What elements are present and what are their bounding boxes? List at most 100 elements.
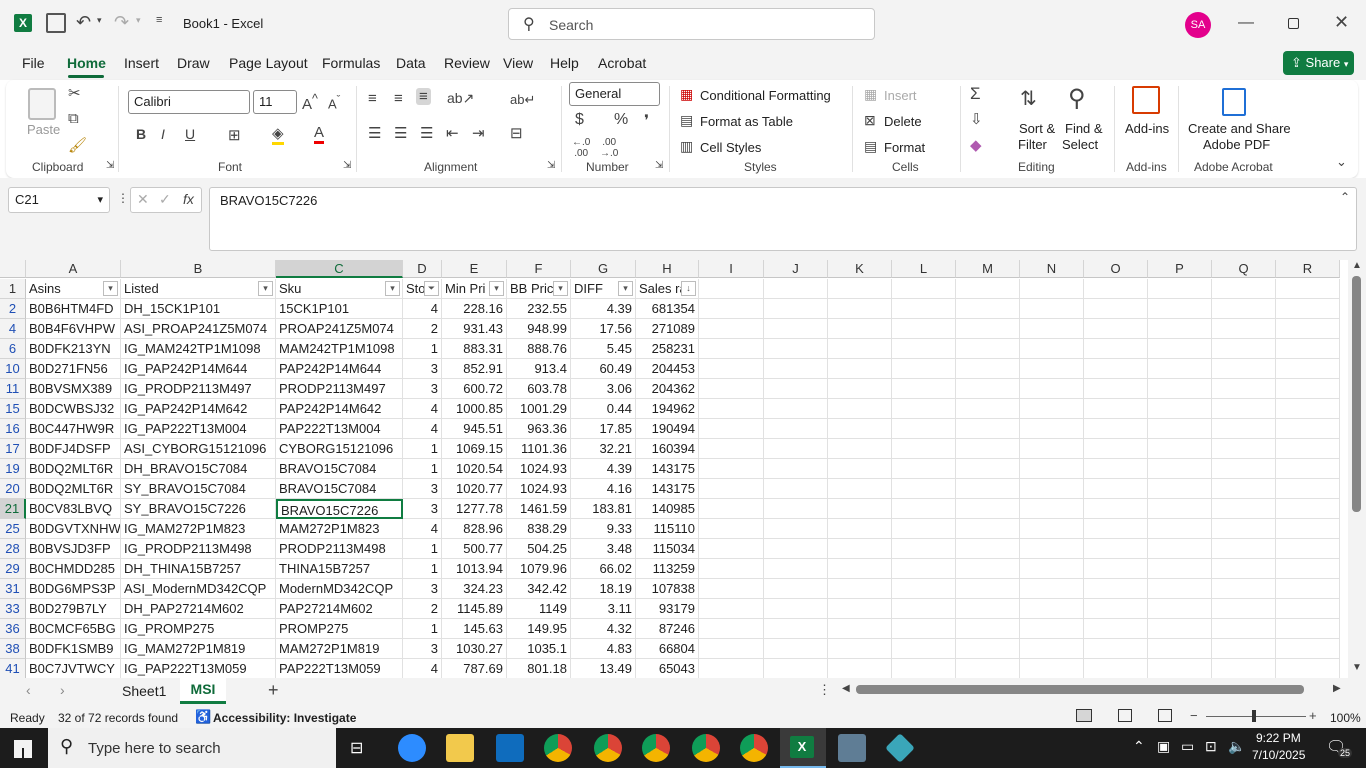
empty-cell[interactable] <box>1084 419 1148 439</box>
empty-cell[interactable] <box>892 519 956 539</box>
empty-cell[interactable] <box>1084 279 1148 299</box>
table-cell[interactable]: 1024.93 <box>507 479 571 499</box>
table-cell[interactable]: 115034 <box>636 539 699 559</box>
empty-cell[interactable] <box>828 519 892 539</box>
search-box[interactable]: ⚲ Search <box>508 8 875 40</box>
zoom-slider-thumb[interactable] <box>1252 710 1256 722</box>
empty-cell[interactable] <box>764 339 828 359</box>
empty-cell[interactable] <box>1020 399 1084 419</box>
table-cell[interactable]: 3 <box>403 359 442 379</box>
format-cells-button[interactable]: Format <box>884 140 925 155</box>
empty-cell[interactable] <box>764 619 828 639</box>
empty-cell[interactable] <box>1212 499 1276 519</box>
empty-cell[interactable] <box>1084 559 1148 579</box>
windows-start-icon[interactable] <box>14 740 32 758</box>
empty-cell[interactable] <box>956 519 1020 539</box>
table-cell[interactable]: 1069.15 <box>442 439 507 459</box>
table-cell[interactable]: ASI_PROAP241Z5M074 <box>121 319 276 339</box>
table-cell[interactable]: 183.81 <box>571 499 636 519</box>
save-icon[interactable] <box>46 13 66 33</box>
table-cell[interactable]: 4.32 <box>571 619 636 639</box>
empty-cell[interactable] <box>1020 279 1084 299</box>
empty-cell[interactable] <box>828 419 892 439</box>
filter-dropdown-icon[interactable]: ▾ <box>258 281 273 296</box>
empty-cell[interactable] <box>1020 619 1084 639</box>
currency-icon[interactable]: $ <box>575 111 584 129</box>
empty-cell[interactable] <box>892 419 956 439</box>
empty-cell[interactable] <box>764 659 828 679</box>
empty-cell[interactable] <box>699 599 764 619</box>
empty-cell[interactable] <box>1276 379 1340 399</box>
chrome-icon[interactable] <box>594 734 622 762</box>
borders-icon[interactable]: ⊞ <box>228 126 241 144</box>
empty-cell[interactable] <box>1148 659 1212 679</box>
table-cell[interactable]: PROAP241Z5M074 <box>276 319 403 339</box>
table-cell[interactable]: 1 <box>403 339 442 359</box>
select-all-corner[interactable] <box>0 260 26 278</box>
column-header-k[interactable]: K <box>828 260 892 278</box>
empty-cell[interactable] <box>828 499 892 519</box>
empty-cell[interactable] <box>956 299 1020 319</box>
empty-cell[interactable] <box>1212 479 1276 499</box>
empty-cell[interactable] <box>764 459 828 479</box>
table-cell[interactable]: 190494 <box>636 419 699 439</box>
empty-cell[interactable] <box>956 399 1020 419</box>
excel-taskbar-active[interactable]: X <box>780 728 826 768</box>
table-cell[interactable]: 1145.89 <box>442 599 507 619</box>
table-cell[interactable]: 600.72 <box>442 379 507 399</box>
table-cell[interactable]: 1 <box>403 439 442 459</box>
share-button[interactable]: ⇪ Share ▾ <box>1283 51 1354 75</box>
empty-cell[interactable] <box>1276 599 1340 619</box>
table-cell[interactable]: ModernMD342CQP <box>276 579 403 599</box>
empty-cell[interactable] <box>1276 659 1340 679</box>
table-cell[interactable]: 15CK1P101 <box>276 299 403 319</box>
empty-cell[interactable] <box>892 619 956 639</box>
empty-cell[interactable] <box>699 419 764 439</box>
empty-cell[interactable] <box>1148 619 1212 639</box>
table-cell[interactable]: 3 <box>403 379 442 399</box>
tab-home[interactable]: Home <box>67 55 106 71</box>
column-header-b[interactable]: B <box>121 260 276 278</box>
table-cell[interactable]: B0D271FN56 <box>26 359 121 379</box>
table-cell[interactable]: 4 <box>403 419 442 439</box>
table-cell[interactable]: 504.25 <box>507 539 571 559</box>
table-cell[interactable]: IG_PROMP275 <box>121 619 276 639</box>
add-sheet-icon[interactable]: + <box>268 680 279 701</box>
empty-cell[interactable] <box>956 379 1020 399</box>
empty-cell[interactable] <box>1276 459 1340 479</box>
empty-cell[interactable] <box>1276 559 1340 579</box>
empty-cell[interactable] <box>699 439 764 459</box>
empty-cell[interactable] <box>892 379 956 399</box>
empty-cell[interactable] <box>699 359 764 379</box>
empty-cell[interactable] <box>1212 379 1276 399</box>
table-cell[interactable]: 3 <box>403 479 442 499</box>
row-header[interactable]: 15 <box>0 399 26 419</box>
empty-cell[interactable] <box>1020 459 1084 479</box>
empty-cell[interactable] <box>1212 519 1276 539</box>
empty-cell[interactable] <box>892 339 956 359</box>
empty-cell[interactable] <box>764 599 828 619</box>
comma-style-icon[interactable]: ❜ <box>644 111 649 131</box>
table-cell[interactable]: 3.48 <box>571 539 636 559</box>
table-cell[interactable]: DH_BRAVO15C7084 <box>121 459 276 479</box>
empty-cell[interactable] <box>699 559 764 579</box>
outlook-icon[interactable] <box>496 734 524 762</box>
fill-icon[interactable]: ⇩ <box>970 110 983 128</box>
empty-cell[interactable] <box>1148 339 1212 359</box>
table-cell[interactable]: PAP242P14M642 <box>276 399 403 419</box>
table-cell[interactable]: 1024.93 <box>507 459 571 479</box>
empty-cell[interactable] <box>1020 659 1084 679</box>
table-cell[interactable]: PROMP275 <box>276 619 403 639</box>
table-cell[interactable]: B0BVSMX389 <box>26 379 121 399</box>
table-cell[interactable]: 2 <box>403 319 442 339</box>
empty-cell[interactable] <box>699 399 764 419</box>
empty-cell[interactable] <box>956 359 1020 379</box>
empty-cell[interactable] <box>1148 359 1212 379</box>
table-cell[interactable]: 3 <box>403 499 442 519</box>
empty-cell[interactable] <box>1276 359 1340 379</box>
find-select-label-2[interactable]: Select <box>1062 137 1098 152</box>
empty-cell[interactable] <box>1212 539 1276 559</box>
tab-view[interactable]: View <box>503 55 533 71</box>
wrap-text-icon[interactable]: ab↵ <box>510 92 535 108</box>
empty-cell[interactable] <box>1212 339 1276 359</box>
